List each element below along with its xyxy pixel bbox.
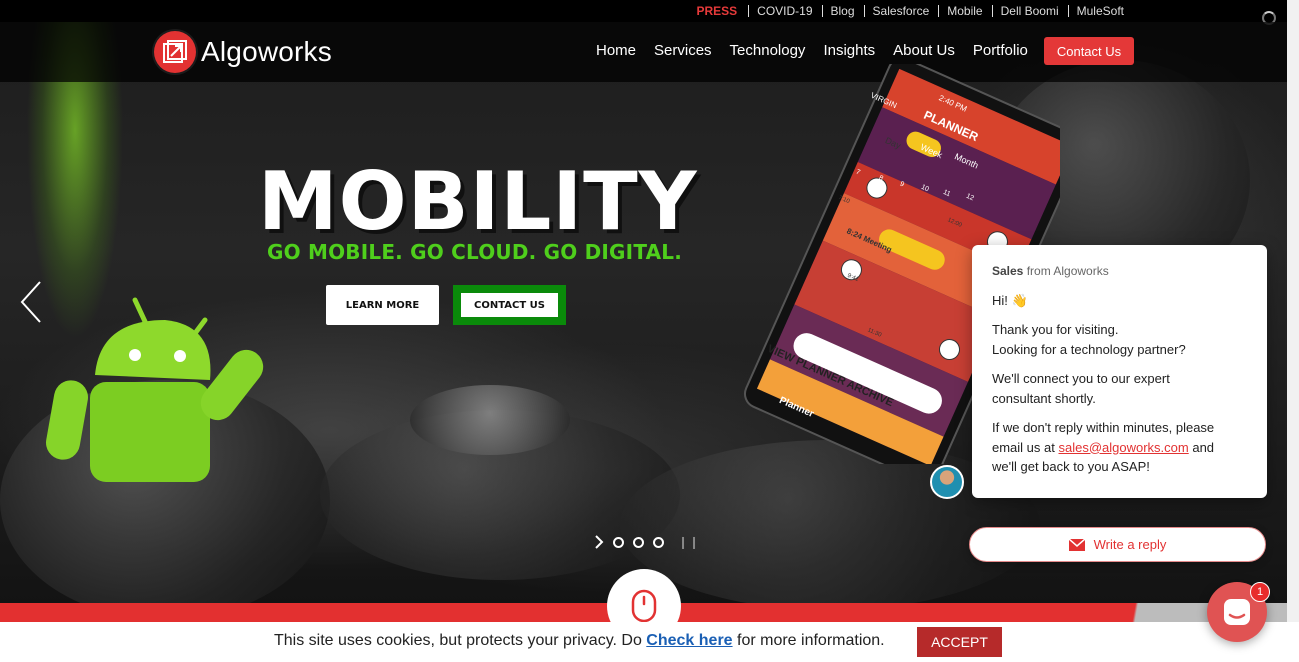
top-utility-bar: PRESS COVID-19 Blog Salesforce Mobile De…	[0, 0, 1287, 25]
pause-icon[interactable]: ❙❙	[678, 535, 700, 549]
write-reply-label: Write a reply	[1093, 537, 1167, 552]
write-reply-button[interactable]: Write a reply	[969, 527, 1266, 562]
primary-nav: Home Services Technology Insights About …	[596, 42, 1046, 59]
chat-header: Sales from Algoworks	[992, 262, 1247, 282]
nav-home[interactable]: Home	[596, 42, 636, 59]
chat-line: Thank you for visiting.	[992, 322, 1119, 337]
utility-link-blog[interactable]: Blog	[821, 5, 864, 17]
hero-contact-button[interactable]: CONTACT US	[453, 285, 566, 325]
algoworks-logo-icon	[154, 31, 196, 73]
main-navbar: Algoworks Home Services Technology Insig…	[0, 22, 1287, 82]
nav-insights[interactable]: Insights	[823, 42, 875, 59]
chevron-right-icon[interactable]	[594, 535, 604, 549]
chat-line: and	[1188, 439, 1215, 455]
hero-subtitle: GO MOBILE. GO CLOUD. GO DIGITAL.	[267, 240, 683, 264]
agent-avatar	[930, 465, 964, 499]
nav-services[interactable]: Services	[654, 42, 712, 59]
slider-dot[interactable]	[613, 536, 624, 548]
chevron-left-icon[interactable]	[16, 278, 46, 326]
cookie-message: This site uses cookies, but protects you…	[274, 632, 885, 650]
slider-dot[interactable]	[633, 536, 644, 548]
nav-portfolio[interactable]: Portfolio	[973, 42, 1028, 59]
slider-dot[interactable]	[653, 536, 664, 548]
learn-more-button[interactable]: LEARN MORE	[326, 285, 439, 325]
chat-unread-badge: 1	[1250, 582, 1270, 602]
chat-sender: Sales	[992, 264, 1024, 278]
android-robot-illustration	[46, 297, 264, 482]
chat-bubble-icon	[1224, 599, 1250, 625]
chat-sender-org: from Algoworks	[1026, 264, 1109, 278]
mouse-scroll-icon	[631, 589, 657, 623]
nav-about-us[interactable]: About Us	[893, 42, 955, 59]
nav-contact-button[interactable]: Contact Us	[1044, 37, 1134, 65]
envelope-icon	[1068, 538, 1085, 551]
utility-link-covid[interactable]: COVID-19	[748, 5, 821, 17]
brand-name: Algoworks	[201, 36, 332, 67]
chat-paragraph: Thank you for visiting. Looking for a te…	[992, 320, 1247, 359]
utility-link-dell-boomi[interactable]: Dell Boomi	[991, 5, 1068, 17]
chat-line: If we don't reply within minutes, please	[992, 420, 1215, 435]
brand-logo[interactable]: Algoworks	[154, 31, 332, 73]
utility-links: PRESS COVID-19 Blog Salesforce Mobile De…	[696, 4, 1133, 18]
utility-link-salesforce[interactable]: Salesforce	[863, 5, 939, 17]
page-scrollbar[interactable]	[1287, 0, 1299, 622]
rock-shape	[410, 385, 570, 455]
cookie-accept-button[interactable]: ACCEPT	[917, 627, 1002, 657]
hero-contact-label: CONTACT US	[461, 293, 558, 317]
hero-title: MOBILITY	[258, 155, 698, 248]
press-link[interactable]: PRESS	[696, 4, 748, 18]
chat-line: email us at	[992, 439, 1059, 455]
cookie-consent-bar: This site uses cookies, but protects you…	[0, 622, 1299, 662]
nav-technology[interactable]: Technology	[730, 42, 806, 59]
slider-controls: ❙❙	[594, 535, 700, 549]
chat-message-card: Sales from Algoworks Hi! 👋 Thank you for…	[972, 245, 1267, 498]
cookie-check-link[interactable]: Check here	[646, 632, 732, 649]
utility-link-mulesoft[interactable]: MuleSoft	[1067, 5, 1133, 17]
chat-paragraph: We'll connect you to our expert consulta…	[992, 369, 1247, 408]
chat-paragraph: If we don't reply within minutes, please…	[992, 418, 1247, 477]
chat-greeting: Hi! 👋	[992, 292, 1028, 308]
chat-line: Looking for a technology partner?	[992, 341, 1186, 357]
chat-line: consultant shortly.	[992, 390, 1096, 406]
chat-line: we'll get back to you ASAP!	[992, 459, 1150, 474]
chat-line: We'll connect you to our expert	[992, 371, 1170, 386]
utility-link-mobile[interactable]: Mobile	[938, 5, 991, 17]
cookie-text-before: This site uses cookies, but protects you…	[274, 632, 647, 649]
cookie-text-after: for more information.	[732, 632, 885, 649]
chat-email-link[interactable]: sales@algoworks.com	[1058, 440, 1188, 455]
